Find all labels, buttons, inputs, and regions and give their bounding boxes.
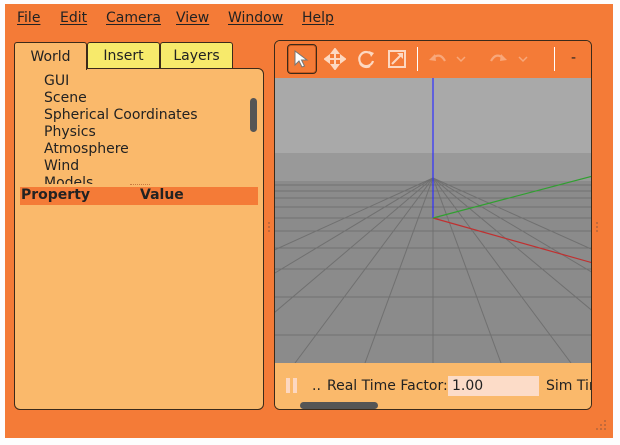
property-table-header: Property Value [20, 187, 258, 205]
chevron-down-icon [518, 56, 528, 63]
menu-edit[interactable]: Edit [60, 10, 87, 26]
pause-icon [286, 378, 297, 393]
menubar: File Edit Camera View Window Help [5, 4, 613, 32]
scale-mode-button[interactable] [382, 44, 412, 74]
world-panel: GUI Scene Spherical Coordinates Physics … [14, 68, 264, 410]
scene-viewport[interactable] [275, 78, 591, 363]
menu-help[interactable]: Help [302, 10, 334, 26]
redo-history-dropdown[interactable] [515, 44, 531, 74]
menu-camera[interactable]: Camera [106, 10, 161, 26]
splitter-handle[interactable] [130, 184, 150, 185]
pause-button[interactable] [285, 377, 299, 394]
menu-view[interactable]: View [176, 10, 209, 26]
redo-icon [490, 54, 507, 62]
toolbar-separator [417, 47, 418, 71]
tree-scrollbar[interactable] [250, 98, 257, 132]
menu-window[interactable]: Window [228, 10, 283, 26]
scale-icon [388, 50, 406, 68]
real-time-factor-field[interactable] [448, 376, 539, 396]
translate-icon [324, 48, 346, 70]
tree-item-scene[interactable]: Scene [44, 90, 87, 106]
time-panel: .. Real Time Factor: Sim Time [275, 363, 591, 409]
menu-file[interactable]: File [17, 10, 40, 26]
rotate-mode-button[interactable] [351, 44, 381, 74]
scene-render [275, 78, 591, 363]
time-panel-scrollbar[interactable] [300, 402, 378, 409]
world-tree[interactable]: GUI Scene Spherical Coordinates Physics … [15, 69, 261, 184]
toolbar: - [275, 41, 591, 78]
tab-layers[interactable]: Layers [160, 42, 233, 68]
property-column-header[interactable]: Property [21, 187, 90, 203]
select-mode-button[interactable] [287, 44, 317, 74]
undo-button[interactable] [422, 44, 452, 74]
redo-button[interactable] [484, 44, 514, 74]
chevron-down-icon [456, 56, 466, 63]
tree-item-atmosphere[interactable]: Atmosphere [44, 141, 129, 157]
tree-item-gui[interactable]: GUI [44, 73, 69, 89]
sim-time-label: Sim Time [546, 378, 591, 394]
translate-mode-button[interactable] [320, 44, 350, 74]
tab-insert[interactable]: Insert [87, 42, 160, 68]
value-column-header[interactable]: Value [140, 187, 184, 203]
gazebo-window: File Edit Camera View Window Help World … [5, 4, 613, 438]
rotate-icon [358, 50, 375, 69]
panel-splitter-dot [268, 226, 270, 228]
panel-splitter-dot [596, 222, 598, 224]
panel-splitter-dot [268, 222, 270, 224]
panel-splitter-dot [596, 230, 598, 232]
undo-history-dropdown[interactable] [453, 44, 469, 74]
tree-item-wind[interactable]: Wind [44, 158, 79, 174]
tree-item-spherical-coordinates[interactable]: Spherical Coordinates [44, 107, 198, 123]
select-arrow-icon [294, 50, 309, 68]
tree-item-physics[interactable]: Physics [44, 124, 96, 140]
real-time-factor-label: Real Time Factor: [327, 378, 448, 394]
panel-splitter-dot [268, 230, 270, 232]
panel-splitter-dot [596, 226, 598, 228]
tree-item-models[interactable]: Models [44, 175, 93, 184]
tab-world[interactable]: World [14, 42, 87, 70]
scene-panel: - .. Real Time Factor: 1.00 Sim Ti [274, 40, 592, 410]
undo-icon [429, 54, 446, 62]
toolbar-overflow-button[interactable]: - [571, 50, 576, 66]
step-button[interactable]: .. [312, 378, 321, 394]
resize-grip-icon[interactable] [595, 419, 607, 431]
toolbar-separator [554, 47, 555, 71]
